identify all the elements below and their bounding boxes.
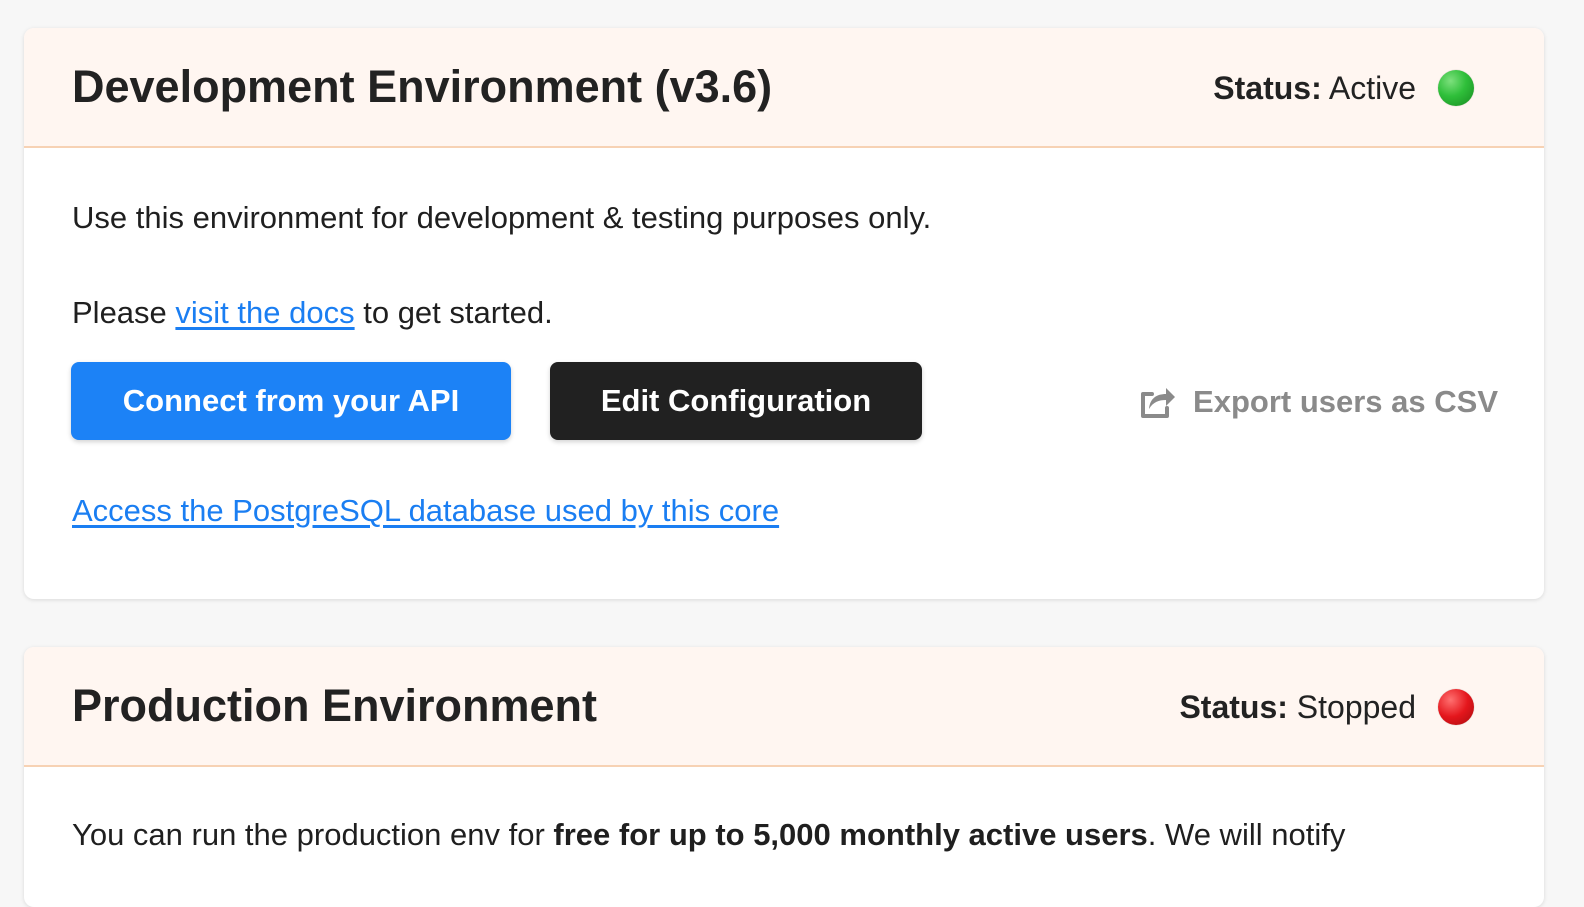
status-stopped-indicator-icon — [1438, 689, 1474, 725]
share-export-icon — [1139, 384, 1177, 420]
development-environment-title: Development Environment (v3.6) — [72, 61, 773, 112]
production-environment-title: Production Environment — [72, 680, 598, 731]
production-status: Status: Stopped — [1179, 685, 1474, 729]
production-text-suffix: . We will notify — [1147, 817, 1346, 852]
development-description: Use this environment for development & t… — [72, 200, 932, 235]
status-text: Status: Active — [1213, 70, 1416, 107]
development-environment-card: Development Environment (v3.6) Status: A… — [24, 28, 1544, 599]
docs-prefix: Please — [72, 295, 176, 330]
development-card-header: Development Environment (v3.6) Status: A… — [24, 28, 1544, 148]
production-environment-card: Production Environment Status: Stopped Y… — [24, 647, 1544, 907]
development-status: Status: Active — [1213, 66, 1474, 110]
status-text: Status: Stopped — [1179, 689, 1416, 726]
status-active-indicator-icon — [1438, 70, 1474, 106]
docs-suffix: to get started. — [354, 295, 553, 330]
free-tier-highlight: free for up to 5,000 monthly active user… — [553, 817, 1148, 852]
status-value: Stopped — [1296, 688, 1416, 725]
edit-configuration-button[interactable]: Edit Configuration — [550, 362, 922, 440]
status-label: Status: — [1179, 688, 1288, 725]
production-text-prefix: You can run the production env for — [72, 817, 554, 852]
export-users-label: Export users as CSV — [1193, 384, 1498, 419]
status-value: Active — [1328, 69, 1416, 106]
connect-from-api-button[interactable]: Connect from your API — [71, 362, 511, 440]
status-label: Status: — [1213, 69, 1322, 106]
docs-instructions: Please visit the docs to get started. — [72, 293, 553, 333]
visit-docs-link[interactable]: visit the docs — [175, 295, 354, 330]
production-card-header: Production Environment Status: Stopped — [24, 647, 1544, 767]
postgresql-database-link[interactable]: Access the PostgreSQL database used by t… — [72, 491, 779, 531]
export-users-csv-button[interactable]: Export users as CSV — [1139, 380, 1498, 424]
production-description: You can run the production env for free … — [72, 815, 1345, 855]
